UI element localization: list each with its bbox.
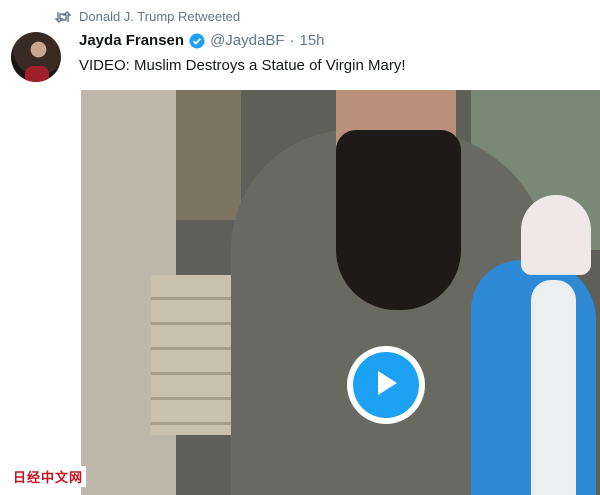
video-scene-shelf xyxy=(176,90,241,220)
play-icon xyxy=(372,368,400,403)
video-scene-beard xyxy=(336,130,461,310)
tweet-timestamp[interactable]: 15h xyxy=(299,32,324,49)
video-scene-statue-dress xyxy=(531,280,576,495)
retweet-icon xyxy=(54,10,72,24)
avatar-shirt xyxy=(25,66,49,82)
play-button[interactable] xyxy=(347,346,425,424)
play-button-ring xyxy=(353,352,419,418)
retweet-label[interactable]: Donald J. Trump Retweeted xyxy=(79,9,240,24)
separator-dot: · xyxy=(289,32,295,49)
retweet-context: Donald J. Trump Retweeted xyxy=(54,9,240,24)
watermark: 日经中文网 xyxy=(10,466,87,487)
video-scene-statue-head xyxy=(521,195,591,275)
avatar[interactable] xyxy=(11,32,61,82)
display-name[interactable]: Jayda Fransen xyxy=(79,32,184,49)
video-player[interactable] xyxy=(81,90,600,495)
user-handle[interactable]: @JaydaBF xyxy=(210,32,284,49)
tweet-header: Jayda Fransen @JaydaBF · 15h xyxy=(79,32,325,49)
verified-icon xyxy=(189,33,205,49)
tweet-text: VIDEO: Muslim Destroys a Statue of Virgi… xyxy=(79,57,406,74)
